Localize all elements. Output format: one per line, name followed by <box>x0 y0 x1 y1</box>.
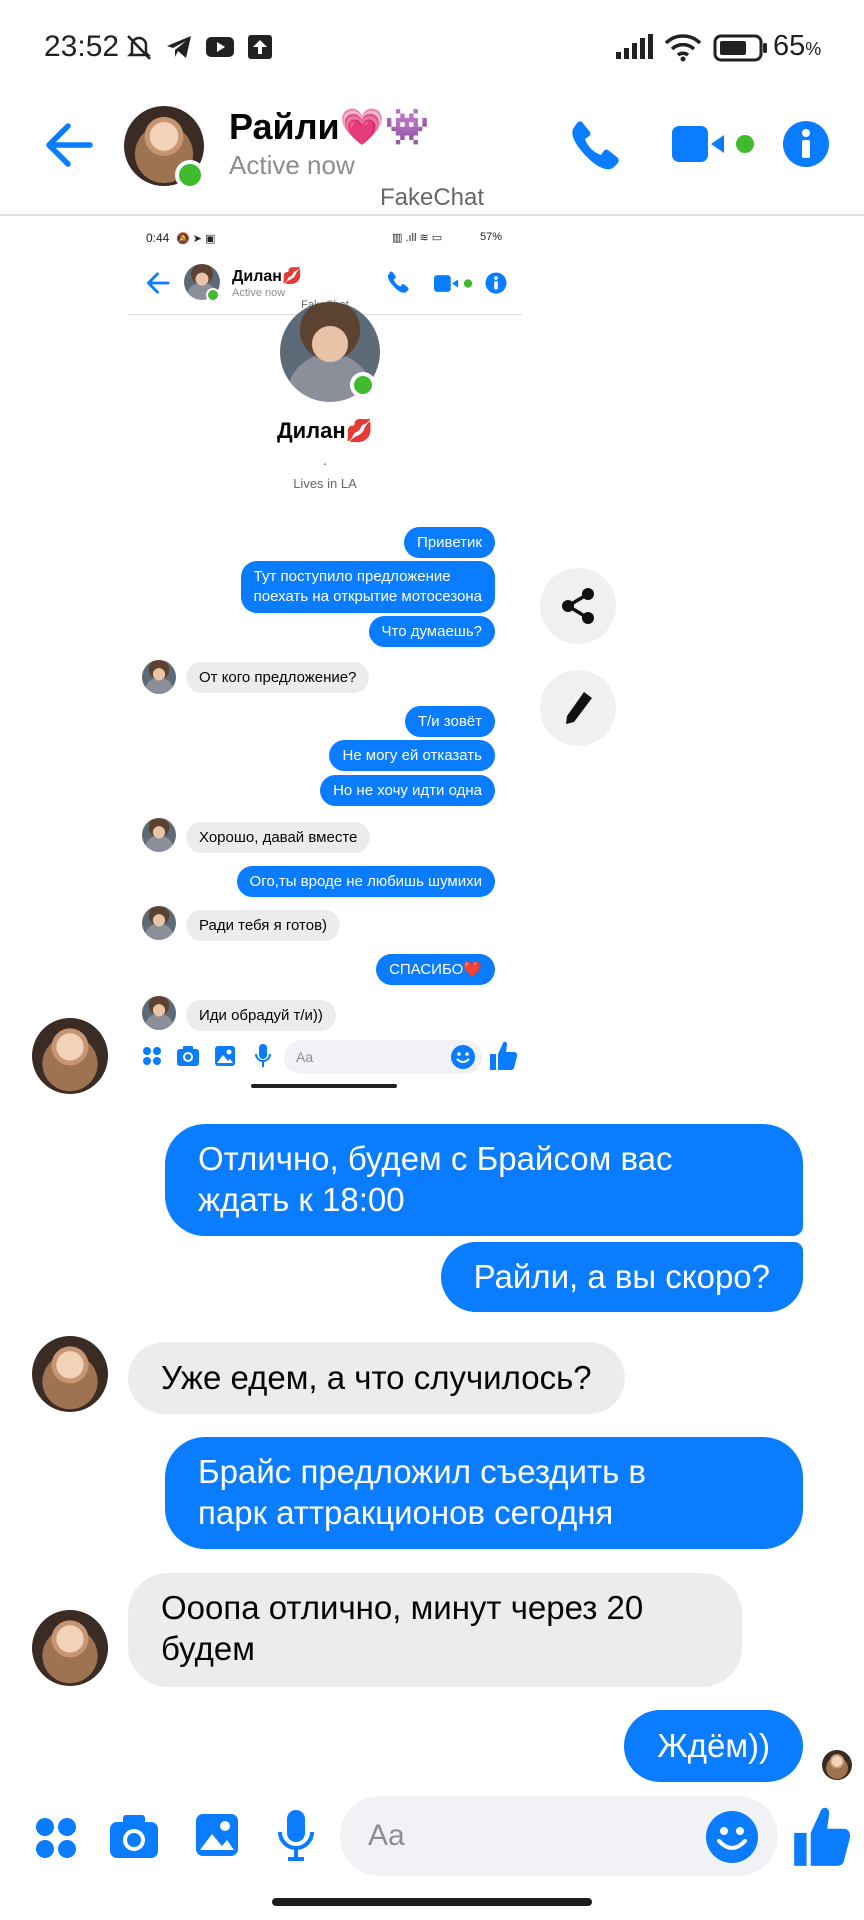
youtube-icon <box>204 32 236 62</box>
embedded-profile-dot: . <box>323 452 327 468</box>
embedded-message-avatar <box>142 660 176 694</box>
embedded-message: СПАСИБО❤️ <box>376 954 495 985</box>
embedded-signal-icons: ▥ .ıll ≋ ▭ <box>392 232 443 244</box>
back-arrow-icon[interactable] <box>44 122 94 168</box>
embedded-message: Не могу ей отказать <box>329 740 495 771</box>
message-avatar[interactable] <box>32 1610 108 1686</box>
embedded-message: Приветик <box>404 527 495 558</box>
embedded-battery: 57% <box>480 231 503 243</box>
message-bubble-incoming[interactable]: Уже едем, а что случилось? <box>128 1342 625 1414</box>
embedded-message: Ого,ты вроде не любишь шумихи <box>236 866 495 897</box>
status-time: 23:52 <box>44 30 120 63</box>
embedded-video-icon <box>434 274 474 294</box>
embedded-message-avatar <box>142 996 176 1030</box>
contact-name[interactable]: Райли💗👾 <box>229 106 429 148</box>
embedded-message: Хорошо, давай вместе <box>186 822 371 853</box>
message-avatar[interactable] <box>32 1336 108 1412</box>
embedded-profile-online-indicator <box>350 372 376 398</box>
embedded-status-icons: 🔕 ➤ ▣ <box>176 233 216 245</box>
battery-icon <box>713 34 769 62</box>
header-divider <box>0 214 864 216</box>
embedded-message: Но не хочу идти одна <box>320 775 495 806</box>
signal-icon <box>614 32 654 62</box>
video-camera-icon[interactable] <box>672 124 758 166</box>
emoji-icon[interactable] <box>705 1810 759 1864</box>
silent-bell-icon <box>124 32 154 62</box>
embedded-info-icon <box>485 272 507 294</box>
message-bubble-outgoing[interactable]: Райли, а вы скоро? <box>440 1242 803 1312</box>
battery-level: 65% <box>773 30 822 62</box>
microphone-icon[interactable] <box>276 1808 316 1862</box>
embedded-message: Т/и зовёт <box>404 706 495 737</box>
phone-icon[interactable] <box>568 118 622 172</box>
share-icon <box>562 588 594 624</box>
home-indicator <box>272 1898 592 1906</box>
embedded-camera-icon <box>176 1045 200 1067</box>
embedded-contact-status: Active now <box>232 287 286 299</box>
embedded-profile-name: Дилан💋 <box>276 418 374 443</box>
telegram-icon <box>164 32 194 62</box>
embedded-emoji-icon <box>450 1044 476 1070</box>
embedded-gallery-icon <box>214 1045 236 1067</box>
embedded-apps-grid-icon <box>142 1046 162 1066</box>
share-button[interactable] <box>540 568 616 644</box>
message-bubble-outgoing[interactable]: Брайс предложил съездить в парк аттракци… <box>165 1437 803 1549</box>
embedded-message: От кого предложение? <box>186 662 370 693</box>
pencil-icon <box>566 692 592 724</box>
embedded-message-avatar <box>142 906 176 940</box>
seen-receipt-avatar <box>822 1750 852 1780</box>
embedded-contact-name: Дилан💋 <box>232 268 302 285</box>
message-avatar[interactable] <box>32 1018 108 1094</box>
embedded-message: Тут поступило предложение поехать на отк… <box>240 561 495 613</box>
camera-icon[interactable] <box>108 1812 160 1860</box>
embedded-microphone-icon <box>254 1043 272 1069</box>
wifi-icon <box>663 32 703 62</box>
embedded-phone-icon <box>386 270 410 294</box>
contact-status: Active now <box>229 150 355 180</box>
thumbs-up-icon[interactable] <box>790 1804 852 1870</box>
embedded-status-time: 0:44 <box>146 231 170 245</box>
upload-icon <box>246 32 274 62</box>
apps-grid-icon[interactable] <box>34 1816 78 1860</box>
embedded-message: Ради тебя я готов) <box>186 910 341 941</box>
message-bubble-outgoing[interactable]: Ждём)) <box>624 1710 803 1782</box>
gallery-icon[interactable] <box>194 1812 240 1858</box>
embedded-home-indicator <box>251 1084 397 1088</box>
embedded-back-arrow-icon <box>146 272 170 294</box>
embedded-profile-location: Lives in LA <box>293 476 357 491</box>
embedded-message: Иди обрадуй т/и)) <box>186 1000 336 1031</box>
edit-button[interactable] <box>540 670 616 746</box>
embedded-message-avatar <box>142 818 176 852</box>
embedded-message: Что думаешь? <box>368 616 495 647</box>
info-icon[interactable] <box>782 120 830 168</box>
embedded-thumbs-up-icon <box>488 1040 518 1072</box>
message-bubble-outgoing[interactable]: Отлично, будем с Брайсом вас ждать к 18:… <box>165 1124 803 1236</box>
message-bubble-incoming[interactable]: Ооопа отлично, минут через 20 будем <box>128 1573 742 1687</box>
watermark: FakeChat <box>379 184 485 211</box>
